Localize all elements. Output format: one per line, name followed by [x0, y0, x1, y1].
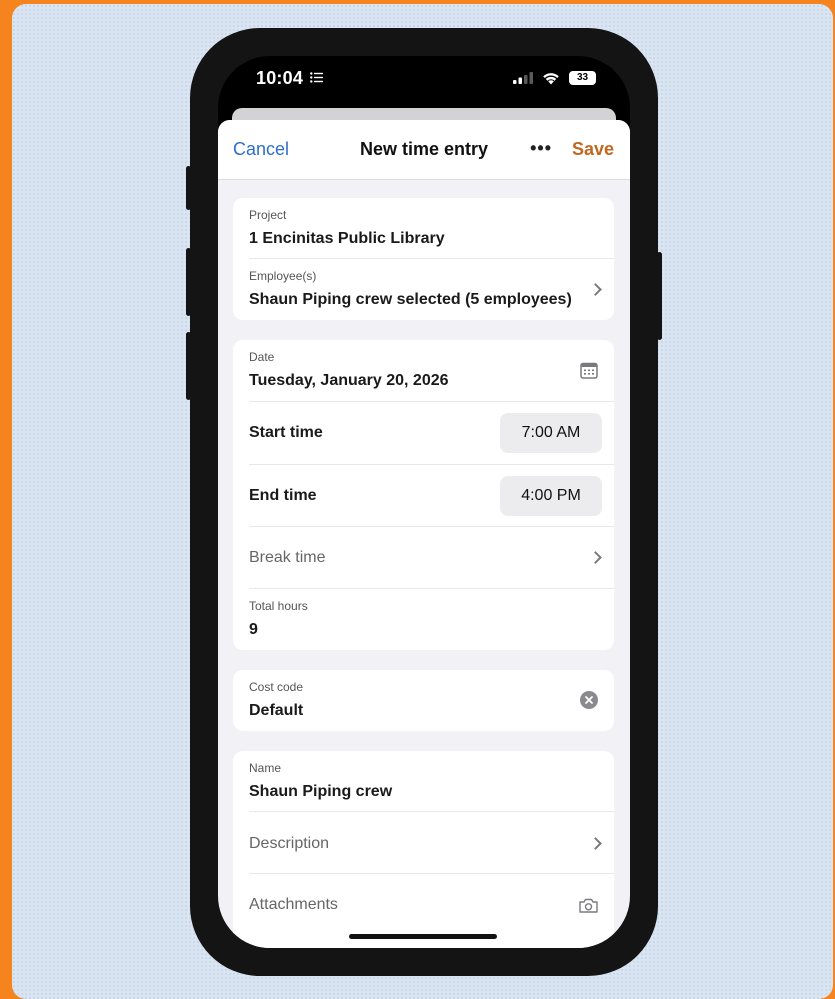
employees-label: Employee(s): [249, 269, 317, 283]
power-button: [657, 252, 662, 340]
description-field[interactable]: Description: [249, 812, 614, 874]
phone-screen: 10:04 33 Cancel New time entry ••• Save …: [218, 56, 630, 948]
project-label: Project: [249, 208, 287, 222]
project-field[interactable]: Project 1 Encinitas Public Library: [249, 198, 614, 259]
time-card: Date Tuesday, January 20, 2026 Start tim…: [233, 340, 614, 650]
cost-code-field[interactable]: Cost code Default: [249, 670, 614, 731]
cost-code-value: Default: [249, 702, 304, 719]
nav-bar: Cancel New time entry ••• Save: [218, 120, 630, 180]
camera-icon[interactable]: [579, 898, 598, 913]
date-field[interactable]: Date Tuesday, January 20, 2026: [249, 340, 614, 402]
list-icon: [310, 72, 324, 83]
attachments-label: Attachments: [249, 896, 338, 913]
cost-code-card: Cost code Default: [233, 670, 614, 731]
chevron-right-icon: [589, 837, 602, 850]
name-value: Shaun Piping crew: [249, 783, 393, 800]
date-label: Date: [249, 350, 275, 364]
status-icons: 33: [513, 71, 596, 85]
cancel-button[interactable]: Cancel: [233, 139, 289, 160]
time-entry-sheet: Cancel New time entry ••• Save Project 1…: [218, 120, 630, 948]
chevron-right-icon: [589, 551, 602, 564]
cellular-signal-icon: [513, 72, 533, 84]
attachments-field[interactable]: Attachments: [249, 874, 614, 936]
cost-code-label: Cost code: [249, 680, 304, 694]
mute-switch: [186, 166, 191, 210]
status-time-text: 10:04: [256, 68, 304, 88]
end-time-label: End time: [249, 487, 317, 504]
project-value: 1 Encinitas Public Library: [249, 230, 445, 247]
start-time-field: Start time 7:00 AM: [249, 402, 614, 465]
total-hours-label: Total hours: [249, 599, 308, 613]
end-time-picker[interactable]: 4:00 PM: [500, 476, 602, 516]
end-time-field: End time 4:00 PM: [249, 465, 614, 527]
clear-icon[interactable]: [580, 691, 598, 709]
start-time-label: Start time: [249, 424, 323, 441]
battery-icon: 33: [569, 71, 596, 85]
employees-value: Shaun Piping crew selected (5 employees): [249, 291, 572, 308]
total-hours-value: 9: [249, 621, 258, 638]
name-label: Name: [249, 761, 282, 775]
start-time-picker[interactable]: 7:00 AM: [500, 413, 602, 453]
calendar-icon[interactable]: [580, 362, 598, 379]
status-bar: 10:04 33: [218, 56, 630, 108]
name-field[interactable]: Name Shaun Piping crew: [249, 751, 614, 812]
more-options-button[interactable]: •••: [530, 138, 552, 159]
home-indicator: [349, 934, 497, 939]
date-value: Tuesday, January 20, 2026: [249, 372, 449, 389]
save-button[interactable]: Save: [572, 139, 614, 160]
description-label: Description: [249, 835, 330, 852]
name-card: Name Shaun Piping crew Description Attac…: [233, 751, 614, 948]
volume-up-button: [186, 248, 191, 316]
break-time-field[interactable]: Break time: [249, 527, 614, 589]
break-time-label: Break time: [249, 549, 326, 566]
chevron-right-icon: [589, 283, 602, 296]
volume-down-button: [186, 332, 191, 400]
status-time: 10:04: [256, 68, 324, 89]
project-card: Project 1 Encinitas Public Library Emplo…: [233, 198, 614, 320]
wifi-icon: [543, 72, 559, 84]
employees-field[interactable]: Employee(s) Shaun Piping crew selected (…: [249, 259, 614, 320]
total-hours-field: Total hours 9: [249, 589, 614, 650]
